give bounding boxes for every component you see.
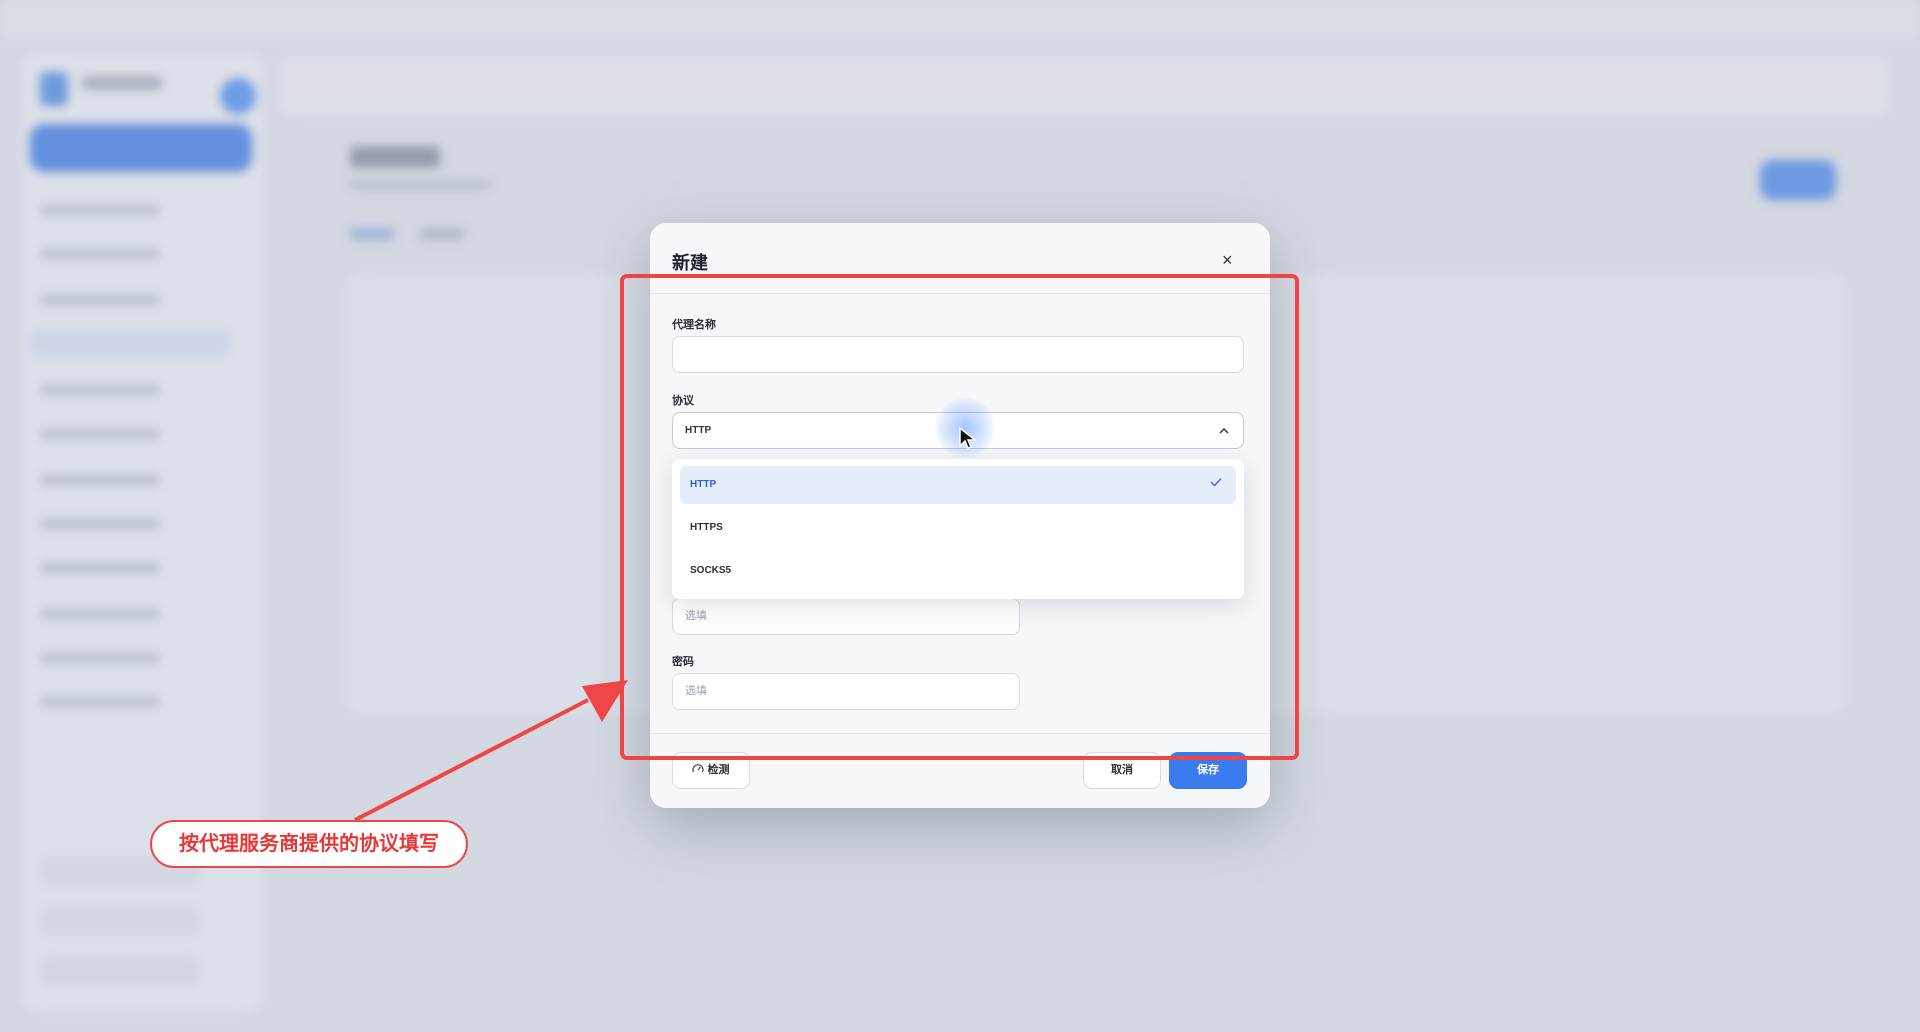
annotation-arrow [354, 680, 628, 822]
annotation-callout: 按代理服务商提供的协议填写 [150, 820, 468, 868]
